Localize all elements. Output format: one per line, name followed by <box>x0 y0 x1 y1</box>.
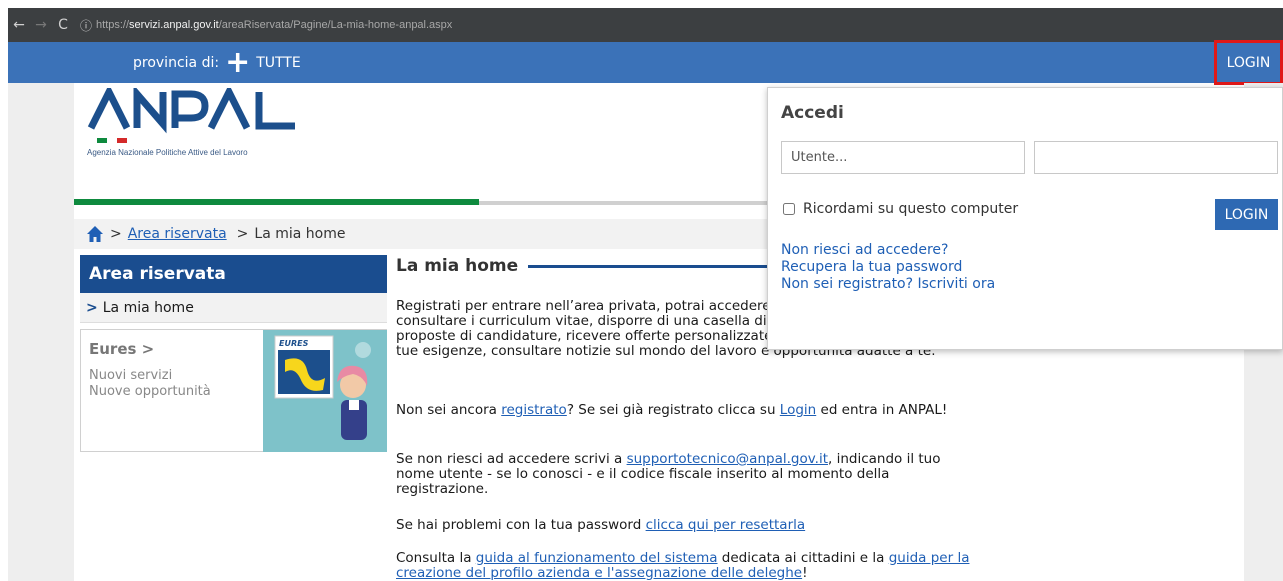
top-navbar: provincia di: + TUTTE LOGIN <box>8 40 1283 85</box>
provincia-value[interactable]: TUTTE <box>256 55 301 71</box>
cant-access-link[interactable]: Non riesci ad accedere? <box>781 242 948 258</box>
eures-link-nuovi-servizi[interactable]: Nuovi servizi <box>89 368 172 383</box>
page-title: La mia home <box>396 256 769 276</box>
reload-icon[interactable]: C <box>52 8 74 42</box>
remember-me[interactable]: Ricordami su questo computer <box>783 201 1018 217</box>
password-paragraph: Se hai problemi con la tua password clic… <box>396 518 976 533</box>
login-top-button[interactable]: LOGIN <box>1214 40 1283 85</box>
text: ? Se sei già registrato clicca su <box>566 402 780 418</box>
chevron-right-icon: > <box>86 299 98 316</box>
eures-title[interactable]: Eures > <box>89 340 154 358</box>
password-input[interactable] <box>1034 141 1278 174</box>
recover-password-link[interactable]: Recupera la tua password <box>781 259 962 275</box>
login-dropdown: Accedi Ricordami su questo computer LOGI… <box>767 87 1283 350</box>
login-title: Accedi <box>781 103 844 123</box>
left-gutter <box>8 83 74 581</box>
text: ! <box>802 565 808 581</box>
breadcrumb-current: La mia home <box>254 226 346 242</box>
browser-address-bar: ← → C ⓘ https://servizi.anpal.gov.it/are… <box>8 8 1283 42</box>
remember-label: Ricordami su questo computer <box>803 201 1019 217</box>
text: Se hai problemi con la tua password <box>396 517 646 533</box>
eures-illustration: EURES <box>263 330 387 452</box>
support-email-link[interactable]: supportotecnico@anpal.gov.it <box>627 451 828 467</box>
registrato-link[interactable]: registrato <box>501 402 567 418</box>
provincia-selector[interactable]: provincia di: + TUTTE <box>133 42 301 83</box>
home-icon[interactable] <box>86 225 104 243</box>
url-field[interactable]: https://servizi.anpal.gov.it/areaRiserva… <box>96 19 452 31</box>
login-submit-button[interactable]: LOGIN <box>1215 199 1278 230</box>
support-paragraph: Se non riesci ad accedere scrivi a suppo… <box>396 452 976 497</box>
remember-checkbox[interactable] <box>783 203 795 215</box>
back-arrow-icon[interactable]: ← <box>8 8 30 42</box>
sidebar-item-la-mia-home[interactable]: > La mia home <box>80 293 387 323</box>
text: ed entra in ANPAL! <box>816 402 948 418</box>
logo-subtitle: Agenzia Nazionale Politiche Attive del L… <box>87 148 248 157</box>
register-link[interactable]: Non sei registrato? Iscriviti ora <box>781 276 995 292</box>
title-rule <box>528 264 769 268</box>
provincia-label: provincia di: <box>133 54 220 71</box>
username-input[interactable] <box>781 141 1025 174</box>
eures-box: Eures > Nuovi servizi Nuove opportunità … <box>80 329 387 452</box>
anpal-logo[interactable] <box>83 88 323 178</box>
guide-paragraph: Consulta la guida al funzionamento del s… <box>396 551 976 581</box>
text: Se non riesci ad accedere scrivi a <box>396 451 627 467</box>
reset-password-link[interactable]: clicca qui per resettarla <box>646 517 806 533</box>
breadcrumb: > Area riservata > La mia home <box>74 219 774 249</box>
sidebar-title: Area riservata <box>80 255 387 293</box>
text: Consulta la <box>396 550 476 566</box>
registration-paragraph: Non sei ancora registrato? Se sei già re… <box>396 403 976 418</box>
header-green-bar <box>74 199 479 205</box>
guida-sistema-link[interactable]: guida al funzionamento del sistema <box>476 550 718 566</box>
forward-arrow-icon[interactable]: → <box>30 8 52 42</box>
eures-link-nuove-opportunita[interactable]: Nuove opportunità <box>89 384 211 399</box>
breadcrumb-separator: > <box>236 226 249 242</box>
login-link[interactable]: Login <box>780 402 816 418</box>
breadcrumb-area-riservata[interactable]: Area riservata <box>128 226 227 242</box>
breadcrumb-separator: > <box>110 226 122 242</box>
info-icon[interactable]: ⓘ <box>80 17 92 34</box>
text: Non sei ancora <box>396 402 502 418</box>
eures-logo-text: EURES <box>279 339 309 348</box>
plus-icon[interactable]: + <box>225 47 250 78</box>
sidebar-item-label: La mia home <box>102 299 194 316</box>
page-title-text: La mia home <box>396 256 519 276</box>
text: dedicata ai cittadini e la <box>717 550 889 566</box>
eures-image[interactable]: EURES <box>263 330 387 452</box>
